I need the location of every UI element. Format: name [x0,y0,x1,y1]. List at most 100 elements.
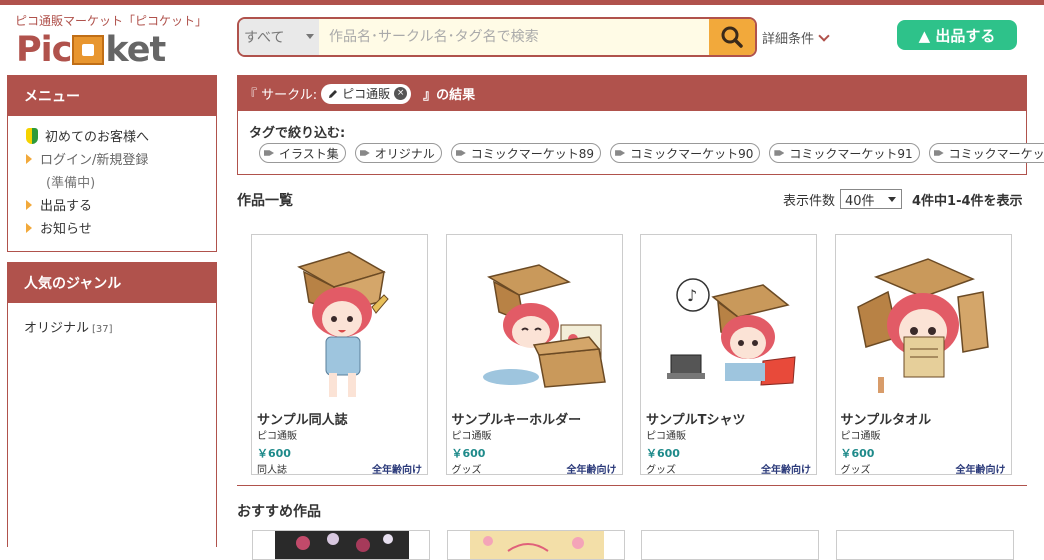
genre-item-count: [37] [92,324,113,335]
product-age-rating: 全年齢向け [372,465,422,476]
result-suffix: 』の結果 [423,88,476,103]
product-list-title: 作品一覧 [237,193,293,209]
per-page-label: 表示件数 [783,193,836,209]
beginner-mark-icon [26,127,39,144]
tag-chip[interactable]: オリジナル [354,143,442,163]
product-name[interactable]: サンプルタオル [841,409,932,428]
product-price: ￥600 [840,447,875,460]
tag-chip[interactable]: イラスト集 [259,143,346,163]
tag-label: オリジナル [374,146,435,161]
product-category: グッズ [646,465,676,476]
product-card[interactable]: サンプル同人誌 ピコ通販 ￥600 同人誌 全年齢向け [251,234,428,476]
tag-chip[interactable]: コミックマーケット91 [769,143,920,163]
tag-chip[interactable]: コミックマーケット90 [610,143,761,163]
recommended-card[interactable] [252,530,430,560]
section-divider [237,485,1027,486]
arrow-right-icon [26,199,32,210]
search-input[interactable] [319,19,709,55]
per-page-select[interactable]: 40件 [840,189,903,209]
circle-filter-chip[interactable]: ピコ通販 × [321,83,412,104]
product-circle[interactable]: ピコ通販 [257,427,297,442]
product-circle[interactable]: ピコ通販 [452,427,492,442]
product-age-rating: 全年齢向け [761,465,811,476]
logo-word-right: ket [105,30,166,70]
chevron-down-icon [818,29,830,42]
recommended-card[interactable] [446,530,625,560]
product-age-rating: 全年齢向け [566,465,617,476]
product-price: ￥600 [646,447,680,460]
product-circle[interactable]: ピコ通販 [646,427,686,442]
product-card[interactable]: ♪ サンプルTシャツ ピコ通販 ￥600 グッズ 全年齢向け [640,234,817,476]
menu-title: メニュー [8,76,216,116]
recommended-title: おすすめ作品 [237,504,321,520]
tag-icon [264,150,274,156]
menu-panel: メニュー 初めてのお客様へ ログイン/新規登録 (準備中) 出品する お知らせ [7,75,217,252]
menu-item-beginner[interactable]: 初めてのお客様へ [26,124,216,147]
menu-item-note: (準備中) [26,170,216,193]
tag-chip[interactable]: コミックマーケット83 [928,143,1044,163]
advanced-search-link[interactable]: 詳細条件 [762,28,830,47]
genre-item-label: オリジナル [24,321,90,336]
product-thumbnail [296,533,393,552]
product-thumbnail: ♪ [667,278,796,386]
product-name[interactable]: サンプル同人誌 [257,409,348,428]
product-price: ￥600 [257,447,291,460]
caret-down-icon [306,34,314,39]
logo-tagline: ピコ通販マーケット「ピコケット」 [15,14,208,28]
advanced-search-label: 詳細条件 [762,32,815,47]
tag-label: コミックマーケット83 [948,146,1044,161]
site-logo[interactable]: ピコ通販マーケット「ピコケット」 Pic ket [15,12,208,70]
genre-title: 人気のジャンル [8,263,216,303]
menu-item-label: 初めてのお客様へ [45,130,150,145]
result-count: 4件中1-4件を表示 [912,193,1023,209]
logo-word-left: Pic [16,30,72,70]
product-circle[interactable]: ピコ通販 [841,427,881,442]
search-icon [721,26,743,48]
result-prefix: 『 サークル: [244,88,318,103]
menu-item-label: ログイン/新規登録 [40,153,149,168]
recommended-grid [252,530,1030,560]
menu-item-login[interactable]: ログイン/新規登録 [26,147,216,170]
product-name[interactable]: サンプルキーホルダー [452,409,582,428]
recommended-card[interactable] [835,530,1014,560]
product-category: 同人誌 [257,465,287,476]
recommended-card[interactable] [641,530,819,560]
tag-icon [615,150,626,156]
search-button[interactable] [709,19,755,55]
tag-label: コミックマーケット90 [630,146,754,161]
product-price: ￥600 [451,447,486,460]
tag-label: コミックマーケット89 [470,146,595,161]
tag-label: イラスト集 [279,146,339,161]
genre-item-original[interactable]: オリジナル [37] [8,303,216,336]
product-name[interactable]: サンプルTシャツ [646,409,745,428]
tag-icon [774,150,785,156]
tag-label: コミックマーケット91 [789,146,913,161]
product-thumbnail [482,536,584,552]
circle-chip-label: ピコ通販 [342,87,391,101]
close-icon[interactable]: × [394,87,408,100]
box-icon [72,35,105,65]
product-thumbnail [856,258,989,393]
logo-wordmark: Pic ket [16,29,166,70]
tag-filter-label: タグで絞り込む: [249,126,346,141]
product-card[interactable]: サンプルキーホルダー ピコ通販 ￥600 グッズ 全年齢向け [445,234,623,476]
svg-text:♪: ♪ [687,286,697,305]
search-result-panel: 『 サークル: ピコ通販 × 』の結果 タグで絞り込む: イラスト集 オリジナル… [237,75,1044,175]
tag-list: イラスト集 オリジナル コミックマーケット89 コミックマーケット90 コミック… [238,141,1044,163]
product-card[interactable]: サンプルタオル ピコ通販 ￥600 グッズ 全年齢向け [834,234,1012,476]
menu-item-sell[interactable]: 出品する [26,193,216,216]
pencil-icon [329,89,338,98]
top-accent-bar [0,0,1044,5]
product-thumbnail [297,251,389,397]
tag-icon [933,150,944,156]
sell-button[interactable]: ▲ 出品する [897,20,1017,50]
search-category-select[interactable]: すべて [239,19,319,55]
product-category: グッズ [451,465,482,476]
arrow-right-icon [26,153,32,164]
tag-icon [359,150,370,156]
caret-down-icon [888,197,897,202]
genre-panel: 人気のジャンル オリジナル [37] [7,262,217,547]
result-header: 『 サークル: ピコ通販 × 』の結果 [238,76,1026,111]
tag-chip[interactable]: コミックマーケット89 [450,143,602,163]
menu-item-news[interactable]: お知らせ [26,216,216,239]
